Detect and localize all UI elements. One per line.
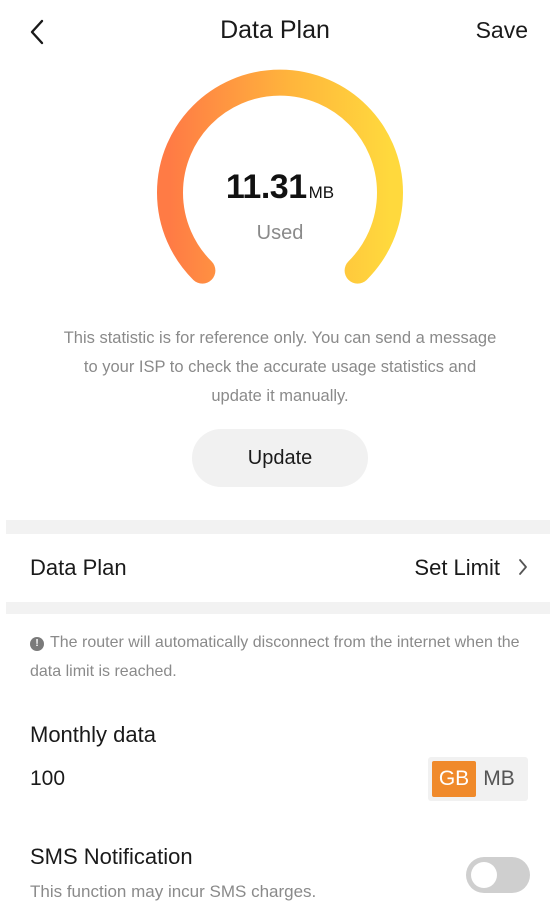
- monthly-data-label: Monthly data: [30, 722, 156, 747]
- usage-number: 11.31: [225, 168, 307, 206]
- unit-toggle: GB MB: [428, 757, 528, 801]
- sms-notification-toggle[interactable]: [466, 857, 530, 893]
- header: Data Plan Save: [0, 0, 550, 64]
- usage-label: Used: [256, 222, 304, 244]
- section-divider: [6, 520, 550, 534]
- data-plan-row[interactable]: Data Plan Set Limit: [0, 534, 550, 602]
- unit-gb-option[interactable]: GB: [432, 761, 476, 797]
- toggle-knob: [471, 862, 497, 888]
- limit-info-text: The router will automatically disconnect…: [30, 634, 520, 680]
- chevron-right-icon: [519, 559, 527, 575]
- sms-notification-sub: This function may incur SMS charges.: [30, 882, 317, 901]
- page-title: Data Plan: [220, 16, 330, 44]
- update-button[interactable]: Update: [192, 429, 368, 487]
- sms-notification-label: SMS Notification: [30, 844, 193, 869]
- data-plan-label: Data Plan: [30, 555, 127, 580]
- save-button[interactable]: Save: [476, 17, 528, 44]
- usage-unit: MB: [308, 183, 335, 202]
- chevron-left-icon: [30, 19, 44, 45]
- back-button[interactable]: [20, 14, 54, 50]
- section-divider: [6, 602, 550, 614]
- monthly-data-input[interactable]: [30, 764, 330, 794]
- reference-note: This statistic is for reference only. Yo…: [63, 329, 497, 405]
- limit-info: ! The router will automatically disconnec…: [30, 628, 530, 686]
- info-icon: !: [30, 637, 44, 651]
- set-limit-value: Set Limit: [414, 555, 500, 580]
- usage-value: 11.31 MB: [135, 168, 425, 207]
- unit-mb-option[interactable]: MB: [476, 761, 522, 797]
